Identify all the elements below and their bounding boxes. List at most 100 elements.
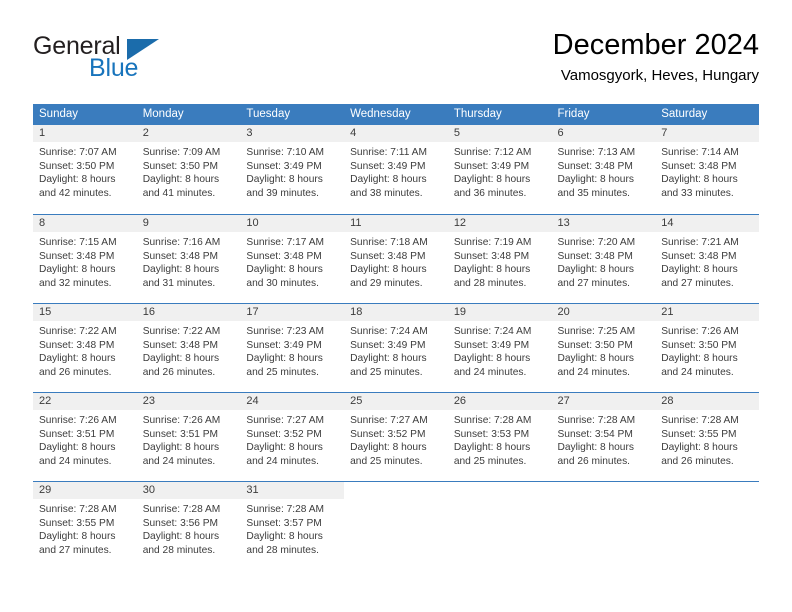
daylight-text-line1: Daylight: 8 hours — [142, 174, 220, 186]
day-cell[interactable]: 5 Sunrise: 7:12 AM Sunset: 3:49 PM Dayli… — [447, 125, 552, 214]
empty-day-band — [344, 482, 448, 499]
sunset-text: Sunset: 3:50 PM — [39, 160, 115, 172]
daylight-text-line1: Daylight: 8 hours — [142, 353, 220, 365]
day-number: 21 — [655, 304, 759, 321]
dow-header-sunday: Sunday — [39, 108, 79, 120]
day-cell[interactable]: 20 Sunrise: 7:25 AM Sunset: 3:50 PM Dayl… — [551, 304, 656, 392]
day-cell[interactable]: 26 Sunrise: 7:28 AM Sunset: 3:53 PM Dayl… — [447, 393, 552, 481]
sunset-text: Sunset: 3:48 PM — [661, 160, 737, 172]
day-cell[interactable]: 14 Sunrise: 7:21 AM Sunset: 3:48 PM Dayl… — [655, 215, 759, 303]
sunset-text: Sunset: 3:48 PM — [661, 250, 737, 262]
day-cell[interactable]: 17 Sunrise: 7:23 AM Sunset: 3:49 PM Dayl… — [240, 304, 345, 392]
week-row: 8 Sunrise: 7:15 AM Sunset: 3:48 PM Dayli… — [33, 214, 759, 303]
day-cell[interactable]: 31 Sunrise: 7:28 AM Sunset: 3:57 PM Dayl… — [240, 482, 345, 570]
day-details: Sunrise: 7:19 AM Sunset: 3:48 PM Dayligh… — [448, 232, 552, 290]
day-cell[interactable]: 2 Sunrise: 7:09 AM Sunset: 3:50 PM Dayli… — [136, 125, 241, 214]
day-cell[interactable]: 25 Sunrise: 7:27 AM Sunset: 3:52 PM Dayl… — [344, 393, 448, 481]
sunrise-text: Sunrise: 7:19 AM — [453, 237, 532, 248]
sunrise-text: Sunrise: 7:28 AM — [453, 415, 532, 426]
sunset-text: Sunset: 3:50 PM — [142, 160, 219, 172]
day-cell[interactable]: 23 Sunrise: 7:26 AM Sunset: 3:51 PM Dayl… — [136, 393, 241, 481]
day-cell[interactable]: 3 Sunrise: 7:10 AM Sunset: 3:49 PM Dayli… — [240, 125, 345, 214]
sunset-text: Sunset: 3:48 PM — [557, 160, 633, 172]
day-cell[interactable]: 22 Sunrise: 7:26 AM Sunset: 3:51 PM Dayl… — [33, 393, 137, 481]
sunset-text: Sunset: 3:52 PM — [350, 428, 426, 440]
day-cell[interactable]: 24 Sunrise: 7:27 AM Sunset: 3:52 PM Dayl… — [240, 393, 345, 481]
sunrise-text: Sunrise: 7:17 AM — [246, 237, 324, 248]
daylight-text-line2: and 30 minutes. — [246, 277, 319, 289]
day-number: 16 — [136, 304, 241, 321]
day-details: Sunrise: 7:09 AM Sunset: 3:50 PM Dayligh… — [137, 142, 241, 200]
daylight-text-line1: Daylight: 8 hours — [142, 531, 220, 543]
day-cell[interactable]: 21 Sunrise: 7:26 AM Sunset: 3:50 PM Dayl… — [655, 304, 759, 392]
sunrise-text: Sunrise: 7:28 AM — [39, 504, 117, 515]
day-details: Sunrise: 7:21 AM Sunset: 3:48 PM Dayligh… — [655, 232, 759, 290]
day-cell-empty — [655, 482, 759, 570]
sunset-text: Sunset: 3:48 PM — [39, 339, 115, 351]
day-cell[interactable]: 27 Sunrise: 7:28 AM Sunset: 3:54 PM Dayl… — [551, 393, 656, 481]
day-details: Sunrise: 7:26 AM Sunset: 3:50 PM Dayligh… — [655, 321, 759, 379]
sunrise-text: Sunrise: 7:24 AM — [350, 326, 428, 337]
sunrise-text: Sunrise: 7:25 AM — [557, 326, 636, 337]
sunrise-text: Sunrise: 7:07 AM — [39, 147, 117, 158]
day-cell[interactable]: 11 Sunrise: 7:18 AM Sunset: 3:48 PM Dayl… — [344, 215, 448, 303]
week-row: 1 Sunrise: 7:07 AM Sunset: 3:50 PM Dayli… — [33, 125, 759, 214]
daylight-text-line2: and 31 minutes. — [142, 277, 216, 289]
day-number: 29 — [33, 482, 137, 499]
day-cell[interactable]: 19 Sunrise: 7:24 AM Sunset: 3:49 PM Dayl… — [447, 304, 552, 392]
daylight-text-line1: Daylight: 8 hours — [453, 174, 531, 186]
daylight-text-line2: and 27 minutes. — [39, 544, 112, 556]
week-row: 29 Sunrise: 7:28 AM Sunset: 3:55 PM Dayl… — [33, 481, 759, 570]
day-number: 11 — [344, 215, 448, 232]
day-number: 5 — [447, 125, 552, 142]
day-cell[interactable]: 8 Sunrise: 7:15 AM Sunset: 3:48 PM Dayli… — [33, 215, 137, 303]
day-details: Sunrise: 7:26 AM Sunset: 3:51 PM Dayligh… — [137, 410, 241, 468]
sunrise-text: Sunrise: 7:12 AM — [453, 147, 532, 158]
day-cell[interactable]: 28 Sunrise: 7:28 AM Sunset: 3:55 PM Dayl… — [655, 393, 759, 481]
day-cell[interactable]: 30 Sunrise: 7:28 AM Sunset: 3:56 PM Dayl… — [136, 482, 241, 570]
day-cell[interactable]: 12 Sunrise: 7:19 AM Sunset: 3:48 PM Dayl… — [447, 215, 552, 303]
day-cell[interactable]: 6 Sunrise: 7:13 AM Sunset: 3:48 PM Dayli… — [551, 125, 656, 214]
day-cell[interactable]: 9 Sunrise: 7:16 AM Sunset: 3:48 PM Dayli… — [136, 215, 241, 303]
day-cell-empty — [447, 482, 552, 570]
day-cell[interactable]: 4 Sunrise: 7:11 AM Sunset: 3:49 PM Dayli… — [344, 125, 448, 214]
day-cell[interactable]: 15 Sunrise: 7:22 AM Sunset: 3:48 PM Dayl… — [33, 304, 137, 392]
day-cell[interactable]: 1 Sunrise: 7:07 AM Sunset: 3:50 PM Dayli… — [33, 125, 137, 214]
day-cell-empty — [344, 482, 448, 570]
brand-name-blue: Blue — [89, 54, 139, 82]
day-number: 26 — [447, 393, 552, 410]
day-details: Sunrise: 7:28 AM Sunset: 3:56 PM Dayligh… — [137, 499, 241, 557]
daylight-text-line1: Daylight: 8 hours — [246, 353, 323, 365]
day-number: 1 — [33, 125, 137, 142]
day-details: Sunrise: 7:27 AM Sunset: 3:52 PM Dayligh… — [240, 410, 344, 468]
sunset-text: Sunset: 3:49 PM — [453, 160, 530, 172]
daylight-text-line2: and 41 minutes. — [142, 187, 216, 199]
day-cell[interactable]: 13 Sunrise: 7:20 AM Sunset: 3:48 PM Dayl… — [551, 215, 656, 303]
sunrise-text: Sunrise: 7:15 AM — [39, 237, 117, 248]
sunset-text: Sunset: 3:48 PM — [142, 339, 219, 351]
sunset-text: Sunset: 3:48 PM — [39, 250, 115, 262]
day-cell[interactable]: 7 Sunrise: 7:14 AM Sunset: 3:48 PM Dayli… — [655, 125, 759, 214]
daylight-text-line2: and 42 minutes. — [39, 187, 112, 199]
day-cell[interactable]: 10 Sunrise: 7:17 AM Sunset: 3:48 PM Dayl… — [240, 215, 345, 303]
day-cell[interactable]: 29 Sunrise: 7:28 AM Sunset: 3:55 PM Dayl… — [33, 482, 137, 570]
day-number: 14 — [655, 215, 759, 232]
daylight-text-line1: Daylight: 8 hours — [453, 442, 531, 454]
daylight-text-line2: and 29 minutes. — [350, 277, 423, 289]
day-number: 23 — [136, 393, 241, 410]
daylight-text-line2: and 26 minutes. — [142, 366, 216, 378]
day-cell[interactable]: 18 Sunrise: 7:24 AM Sunset: 3:49 PM Dayl… — [344, 304, 448, 392]
sunset-text: Sunset: 3:51 PM — [39, 428, 115, 440]
daylight-text-line1: Daylight: 8 hours — [453, 264, 531, 276]
general-blue-logo[interactable]: General Blue — [33, 32, 243, 90]
day-number: 9 — [136, 215, 241, 232]
day-details: Sunrise: 7:22 AM Sunset: 3:48 PM Dayligh… — [137, 321, 241, 379]
daylight-text-line1: Daylight: 8 hours — [39, 353, 116, 365]
sunset-text: Sunset: 3:55 PM — [661, 428, 737, 440]
day-number: 24 — [240, 393, 345, 410]
day-number: 4 — [344, 125, 448, 142]
day-cell[interactable]: 16 Sunrise: 7:22 AM Sunset: 3:48 PM Dayl… — [136, 304, 241, 392]
day-details: Sunrise: 7:15 AM Sunset: 3:48 PM Dayligh… — [33, 232, 137, 290]
daylight-text-line2: and 26 minutes. — [661, 455, 734, 467]
daylight-text-line2: and 27 minutes. — [557, 277, 631, 289]
